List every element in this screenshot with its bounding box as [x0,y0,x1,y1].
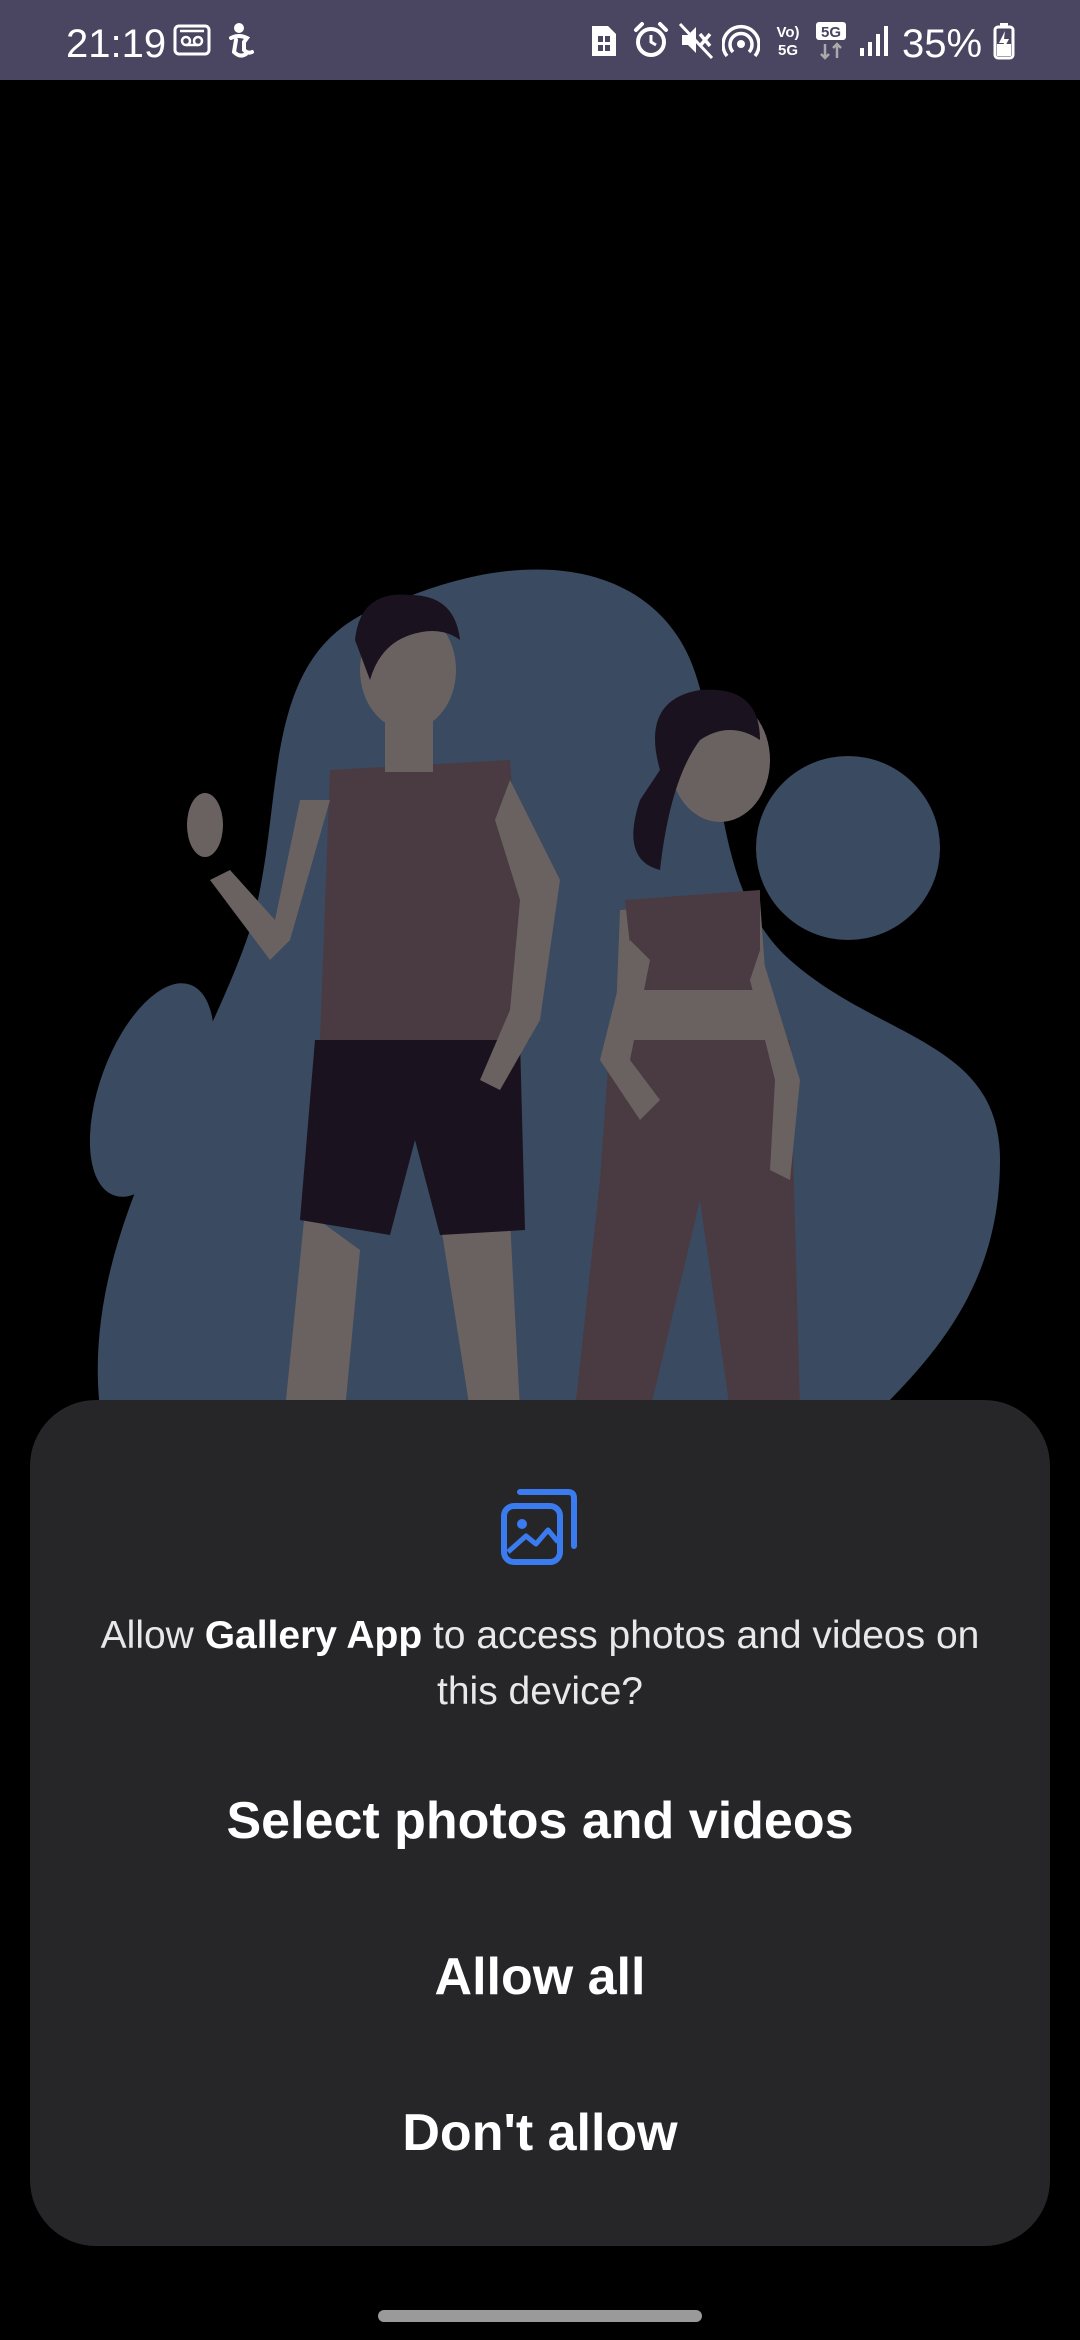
volte-icon: Vo) 5G [776,24,799,59]
voicemail-icon [173,24,211,56]
mute-icon [678,22,714,60]
5g-icon: 5G [816,22,846,60]
message-prefix: Allow [100,1614,205,1657]
status-bar: 21:19 Vo) 5G 5G 35% [0,0,1080,80]
sim-icon [592,26,616,56]
permission-message: Allow Gallery App to access photos and v… [90,1608,990,1720]
allow-all-button[interactable]: Allow all [90,1922,990,2032]
accessibility-icon [229,23,254,58]
select-photos-button[interactable]: Select photos and videos [90,1766,990,1876]
dont-allow-button[interactable]: Don't allow [90,2078,990,2188]
screen: 21:19 Vo) 5G 5G 35% Allow Gallery App to… [0,0,1080,2340]
fitness-couple-illustration [89,569,1001,1410]
message-suffix: to access photos and videos on this devi… [422,1614,980,1713]
svg-text:Vo): Vo) [776,24,799,41]
status-time: 21:19 [66,22,167,66]
hotspot-icon [722,25,760,58]
background-blob [97,569,1001,1410]
alarm-icon [634,22,668,57]
signal-icon [860,26,888,56]
svg-text:5G: 5G [778,42,798,59]
battery-charging-icon [993,23,1015,60]
permission-dialog: Allow Gallery App to access photos and v… [30,1400,1050,2246]
battery-percent: 35% [902,22,983,66]
small-blob-right [756,756,940,940]
app-name: Gallery App [204,1614,423,1657]
gallery-icon [501,1489,577,1565]
home-indicator[interactable] [378,2310,702,2322]
svg-text:5G: 5G [821,24,841,41]
